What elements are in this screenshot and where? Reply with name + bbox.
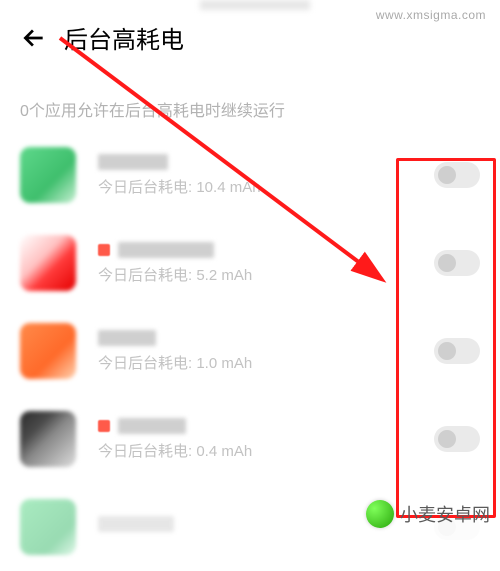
app-toggle[interactable] [434,162,480,188]
status-bar-blur [200,0,310,10]
app-name-redacted [118,242,214,258]
consumption-value: 0.4 mAh [196,443,252,460]
app-icon [20,411,76,467]
back-button[interactable] [20,24,48,52]
app-badge [98,420,110,432]
app-consumption: 今日后台耗电: 1.0 mAh [98,352,412,373]
watermark-top: www.xmsigma.com [376,8,486,22]
app-name-redacted [118,418,186,434]
app-consumption: 今日后台耗电: 10.4 mAh [98,176,412,197]
app-info [98,516,412,538]
consumption-value: 5.2 mAh [196,267,252,284]
app-row: 今日后台耗电: 0.4 mAh [0,395,500,483]
app-name-row [98,418,412,434]
app-name-row [98,242,412,258]
watermark-logo-icon [366,500,394,528]
app-consumption: 今日后台耗电: 5.2 mAh [98,264,412,285]
app-icon [20,147,76,203]
page-subtitle: 0个应用允许在后台高耗电时继续运行 [0,75,500,131]
consumption-value: 10.4 mAh [196,179,260,196]
app-row: 今日后台耗电: 10.4 mAh [0,131,500,219]
app-name-row [98,516,412,532]
app-name-redacted [98,330,156,346]
consumption-label: 今日后台耗电: [98,355,196,372]
consumption-value: 1.0 mAh [196,355,252,372]
consumption-label: 今日后台耗电: [98,443,196,460]
app-info: 今日后台耗电: 1.0 mAh [98,330,412,373]
app-icon [20,499,76,555]
watermark-text: 小麦安卓网 [400,501,490,527]
app-info: 今日后台耗电: 0.4 mAh [98,418,412,461]
app-row: 今日后台耗电: 5.2 mAh [0,219,500,307]
watermark-bottom: 小麦安卓网 [366,500,490,528]
app-badge [98,244,110,256]
app-name-redacted [98,516,174,532]
app-info: 今日后台耗电: 10.4 mAh [98,154,412,197]
app-row: 今日后台耗电: 1.0 mAh [0,307,500,395]
app-info: 今日后台耗电: 5.2 mAh [98,242,412,285]
app-icon [20,235,76,291]
app-toggle[interactable] [434,250,480,276]
consumption-label: 今日后台耗电: [98,179,196,196]
app-name-redacted [98,154,168,170]
app-name-row [98,330,412,346]
app-toggle[interactable] [434,338,480,364]
app-consumption: 今日后台耗电: 0.4 mAh [98,440,412,461]
app-toggle[interactable] [434,426,480,452]
consumption-label: 今日后台耗电: [98,267,196,284]
page-title: 后台高耗电 [64,20,184,55]
arrow-left-icon [21,25,47,51]
app-icon [20,323,76,379]
app-name-row [98,154,412,170]
